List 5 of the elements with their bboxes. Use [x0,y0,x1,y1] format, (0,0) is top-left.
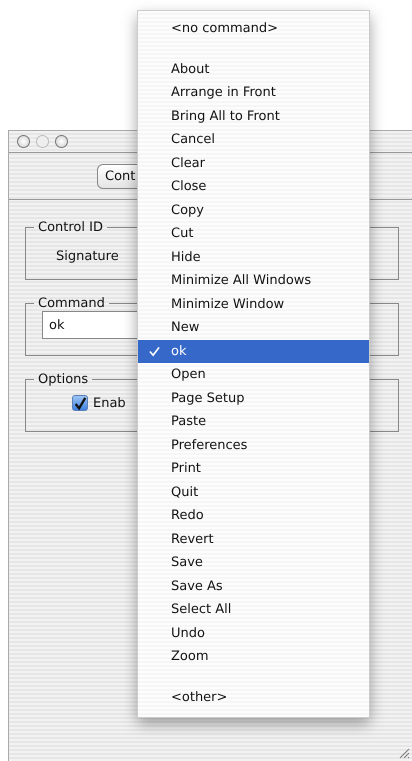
group-title: Command [37,296,106,311]
group-title: Control ID [37,220,104,235]
group-title: Options [37,372,90,387]
field-label: Signature [56,249,119,264]
checkbox-label: Enab [93,396,126,410]
